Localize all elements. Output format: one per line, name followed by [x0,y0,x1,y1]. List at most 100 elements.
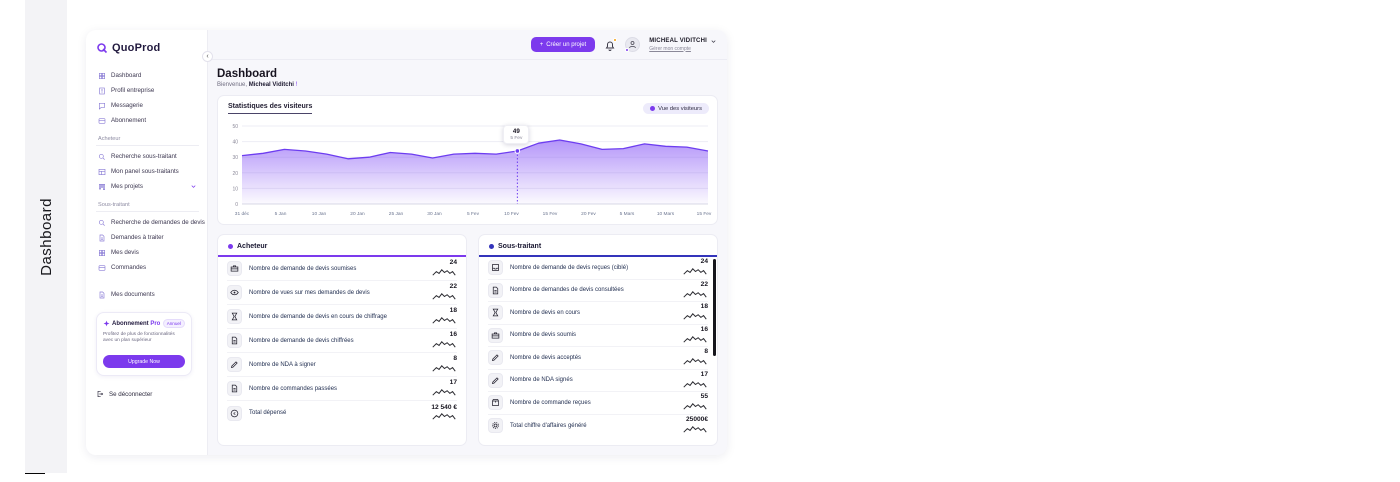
brand-name: QuoProd [112,42,161,54]
metric-value: 17 [449,379,457,387]
brand-logo[interactable]: QuoProd [96,42,199,54]
metric-row[interactable]: Nombre de devis en cours 18 [488,302,708,325]
sparkline-icon [682,380,708,389]
legend-dot-icon [650,106,656,111]
manage-account-link[interactable]: Gérer mon compte [649,46,717,52]
metric-row[interactable]: Total dépensé 12 540 € [227,401,457,425]
sidebar-item-recherche-sous-traitant[interactable]: Recherche sous-traitant [96,149,199,164]
sparkline-icon [431,388,457,397]
sidebar-item-dashboard[interactable]: Dashboard [96,68,199,83]
sidebar-item-recherche-demandes-devis[interactable]: Recherche de demandes de devis [96,215,205,230]
metric-row[interactable]: Nombre de demandes de devis consultées 2… [488,280,708,302]
metric-value: 22 [449,283,457,291]
create-project-button[interactable]: + Créer un projet [530,37,596,52]
chart-tooltip: 49 5 Fev [503,124,530,144]
chevron-down-icon [710,38,717,45]
search-icon [98,219,106,227]
svg-text:15 Fev: 15 Fev [697,211,712,217]
metric-row[interactable]: Nombre de commande reçues 55 [488,392,708,415]
sparkline-icon [431,340,457,349]
svg-text:50: 50 [232,124,238,130]
signature-icon [488,350,503,366]
svg-text:20 Jan: 20 Jan [350,211,365,217]
sparkline-icon [431,268,457,277]
hourglass-icon [227,309,242,324]
logout-button[interactable]: Se déconnecter [96,390,199,398]
metric-row[interactable]: Nombre de demande de devis en cours de c… [227,305,457,329]
sous-traitant-dot-icon [489,244,494,249]
card-icon [98,117,106,125]
svg-text:20 Fev: 20 Fev [581,211,596,217]
metric-row[interactable]: Nombre de vues sur mes demandes de devis… [227,281,457,305]
avatar[interactable] [625,37,641,52]
sidebar-collapse-button[interactable]: ‹ [202,51,213,62]
sidebar-item-mon-panel-sous-traitants[interactable]: Mon panel sous-traitants [96,164,199,179]
vertical-window-tab[interactable]: Dashboard [25,0,67,473]
subscription-description: Profitez de plus de fonctionnalités avec… [103,332,175,344]
sidebar-item-mes-projets[interactable]: Mes projets [96,179,199,194]
legend-toggle[interactable]: Vue des visiteurs [643,103,709,114]
metric-row[interactable]: Nombre de commandes passées 17 [227,377,457,401]
acheteur-dot-icon [228,244,233,249]
svg-text:40: 40 [232,140,238,146]
sidebar-item-abonnement[interactable]: Abonnement [96,113,199,128]
metric-value: 12 540 € [431,403,457,411]
briefcase-icon [227,261,242,276]
sidebar-item-mes-devis[interactable]: Mes devis [96,245,199,260]
screenshot-canvas: Dashboard QuoProd Dashboard Profil entre… [0,0,1400,482]
sidebar-item-mes-documents[interactable]: Mes documents [96,287,199,302]
metric-row[interactable]: Nombre de demande de devis reçues (ciblé… [488,257,708,280]
sparkline-icon [431,316,457,325]
metric-row[interactable]: Nombre de NDA signés 17 [488,370,708,392]
document-icon [98,291,106,299]
app-window: QuoProd Dashboard Profil entreprise Mess… [86,30,727,455]
metric-value: 18 [700,303,708,311]
sparkline-icon [682,425,708,434]
notifications-button[interactable] [604,37,618,51]
document-icon [227,381,242,396]
signature-icon [488,372,503,388]
svg-text:10 Mars: 10 Mars [657,211,675,217]
acheteur-panel-title: Acheteur [237,243,268,250]
eye-icon [227,285,242,300]
plus-icon: + [539,41,544,48]
notification-badge [613,37,618,42]
section-label-acheteur: Acheteur [98,136,121,142]
visitors-area-chart[interactable]: 0 10 20 30 40 50 31 déc 5 Jan 10 Jan 20 Jan 25 Jan… [218,120,719,224]
svg-text:5 Mars: 5 Mars [620,211,635,217]
subscription-title: Abonnement Pro [112,320,161,327]
sidebar-item-profil-entreprise[interactable]: Profil entreprise [96,83,199,98]
metric-row[interactable]: Total chiffre d'affaires généré 25000€ [488,415,708,438]
svg-text:5 Jan: 5 Jan [275,211,287,217]
welcome-text: Bienvenue, Micheal Viditchi ! [217,82,298,88]
metric-row[interactable]: Nombre de NDA à signer 8 [227,353,457,377]
metric-row[interactable]: Nombre de demande de devis chiffrées 16 [227,329,457,353]
sidebar-item-demandes-a-traiter[interactable]: Demandes à traiter [96,230,199,245]
kanban-icon [98,183,106,191]
inbox-icon [488,260,503,276]
chevron-left-icon: ‹ [206,53,209,60]
quoprod-logo-icon [96,42,108,54]
sidebar-item-commandes[interactable]: Commandes [96,260,199,275]
metric-row[interactable]: Nombre de devis acceptés 8 [488,347,708,370]
box-icon [488,395,503,411]
svg-text:0: 0 [235,202,238,208]
briefcase-icon [488,327,503,343]
user-menu-trigger[interactable]: MICHEAL VIDITCHI [649,38,717,45]
svg-text:5 Fev: 5 Fev [467,211,480,217]
sparkline-icon [682,290,708,299]
page-content: Dashboard Bienvenue, Micheal Viditchi ! … [208,60,727,455]
sparkline-icon [431,364,457,373]
status-dot [625,48,630,52]
metric-value: 16 [700,325,708,333]
metric-row[interactable]: Nombre de devis soumis 16 [488,325,708,347]
metric-row[interactable]: Nombre de demande de devis soumises 24 [227,257,457,281]
upgrade-button[interactable]: Upgrade Now [103,355,185,369]
user-name: MICHEAL VIDITCHI [649,38,707,44]
search-icon [98,153,106,161]
building-icon [98,87,106,95]
panel-scrollbar[interactable] [713,259,716,356]
sidebar-item-messagerie[interactable]: Messagerie [96,98,199,113]
acheteur-panel: Acheteur Nombre de demande de devis soum… [217,234,467,446]
tooltip-value: 49 [512,127,520,135]
